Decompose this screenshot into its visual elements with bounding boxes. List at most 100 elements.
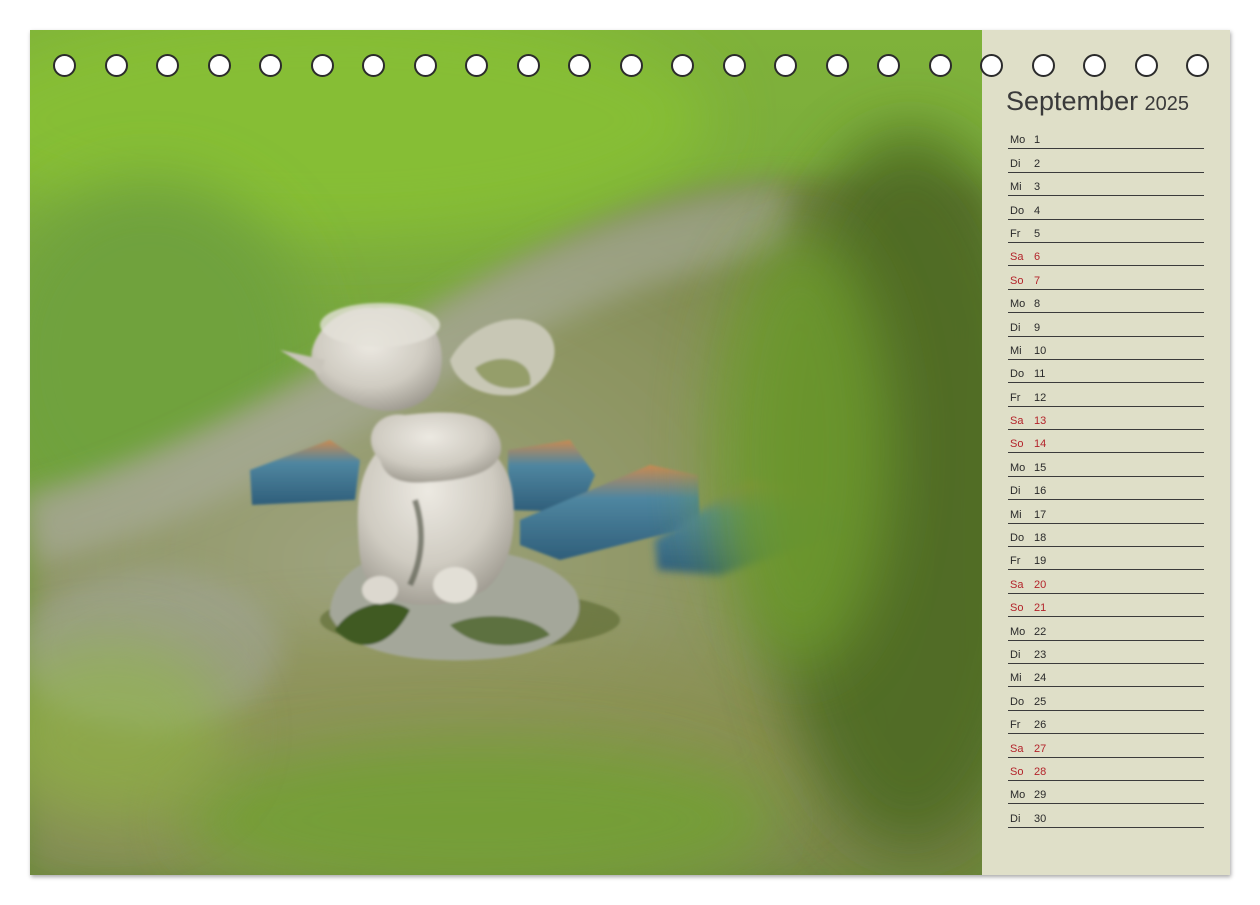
binding-ring <box>259 54 282 77</box>
binding-ring <box>1186 54 1209 77</box>
calendar-page: September 2025 Mo 1 Di 2 Mi 3 Do 4 Fr 5 Sa 6 So 7 Mo 8 D… <box>30 30 1230 875</box>
date-sidebar: September 2025 Mo 1 Di 2 Mi 3 Do 4 Fr 5 Sa 6 So 7 Mo 8 D… <box>982 30 1230 875</box>
weekday-label: Fr <box>1010 719 1021 732</box>
weekday-label: Mi <box>1010 181 1022 194</box>
weekday-label: So <box>1010 274 1024 287</box>
day-row: Di 23 <box>1008 641 1204 664</box>
day-row: Fr 26 <box>1008 711 1204 735</box>
day-number: 16 <box>1034 485 1047 498</box>
binding-ring <box>825 54 849 77</box>
day-number: 19 <box>1034 555 1047 568</box>
spiral-binding <box>30 54 1230 80</box>
weekday-label: Di <box>1010 812 1021 825</box>
weekday-label: Do <box>1010 532 1025 545</box>
weekday-label: Mo <box>1010 298 1026 311</box>
day-row: Di 16 <box>1008 477 1204 501</box>
weekday-label: So <box>1010 765 1024 778</box>
binding-ring <box>774 54 797 77</box>
day-number: 1 <box>1034 134 1041 147</box>
day-row: Di 9 <box>1008 313 1204 337</box>
day-number: 4 <box>1034 204 1041 217</box>
weekday-label: Sa <box>1010 578 1024 591</box>
weekday-label: Di <box>1010 648 1021 661</box>
weekday-label: Mi <box>1010 344 1022 357</box>
day-row: Do 18 <box>1008 524 1204 548</box>
weekday-label: Di <box>1010 485 1021 498</box>
day-row: Fr 12 <box>1008 383 1204 407</box>
binding-ring <box>619 54 643 77</box>
day-number: 14 <box>1034 438 1047 451</box>
day-row: Do 11 <box>1008 360 1204 384</box>
weekday-label: So <box>1010 438 1024 451</box>
weekday-label: Mo <box>1010 625 1026 638</box>
day-number: 8 <box>1034 298 1041 311</box>
day-number: 10 <box>1034 344 1047 357</box>
binding-ring <box>928 54 952 77</box>
day-number: 18 <box>1034 532 1047 545</box>
month-name: September <box>1006 86 1139 116</box>
day-number: 15 <box>1034 461 1047 474</box>
day-row: Sa 6 <box>1008 243 1204 267</box>
weekday-label: Mo <box>1010 461 1026 474</box>
day-row: Sa 20 <box>1008 570 1204 594</box>
day-number: 11 <box>1034 368 1046 381</box>
day-number: 25 <box>1034 695 1047 708</box>
binding-ring <box>516 54 540 77</box>
day-number: 27 <box>1034 742 1047 755</box>
day-number: 7 <box>1034 274 1041 287</box>
weekday-label: Mi <box>1010 672 1022 685</box>
weekday-label: Sa <box>1010 251 1024 264</box>
binding-ring <box>104 54 128 77</box>
day-number: 3 <box>1034 181 1041 194</box>
day-row: Sa 13 <box>1008 407 1204 431</box>
weekday-label: Fr <box>1010 227 1021 240</box>
day-row: Mi 24 <box>1008 664 1204 688</box>
day-number: 23 <box>1034 648 1047 661</box>
day-row: Fr 5 <box>1008 220 1204 243</box>
day-row: Mo 8 <box>1008 290 1204 314</box>
day-row: So 28 <box>1008 758 1204 781</box>
day-list: Mo 1 Di 2 Mi 3 Do 4 Fr 5 Sa 6 So 7 Mo 8 Di 9 Mi 10 Do 11 Fr 12 S… <box>1008 126 1204 828</box>
day-row: So 21 <box>1008 594 1204 618</box>
binding-ring <box>980 54 1003 77</box>
weekday-label: Do <box>1010 204 1025 217</box>
day-number: 29 <box>1034 789 1047 802</box>
binding-ring <box>568 54 591 77</box>
day-row: So 14 <box>1008 430 1204 454</box>
day-row: Mi 17 <box>1008 500 1204 524</box>
day-number: 26 <box>1034 719 1047 732</box>
weekday-label: Mo <box>1010 789 1026 802</box>
binding-ring <box>1031 54 1055 77</box>
day-row: Mo 15 <box>1008 453 1204 477</box>
day-row: Di 30 <box>1008 804 1204 828</box>
day-row: Mo 1 <box>1008 126 1204 150</box>
day-row: Mo 29 <box>1008 781 1204 805</box>
day-number: 21 <box>1034 602 1047 615</box>
weekday-label: Mo <box>1010 134 1026 147</box>
day-number: 20 <box>1034 578 1047 591</box>
binding-ring <box>1083 54 1106 77</box>
binding-ring <box>53 54 76 77</box>
weekday-label: Di <box>1010 321 1021 334</box>
binding-ring <box>671 54 694 77</box>
day-row: Mi 3 <box>1008 173 1204 197</box>
binding-ring <box>156 54 179 77</box>
month-year: 2025 <box>1144 93 1190 115</box>
day-number: 2 <box>1034 157 1041 170</box>
month-title: September 2025 <box>1006 86 1189 117</box>
weekday-label: Fr <box>1010 391 1021 404</box>
weekday-label: Sa <box>1010 415 1024 428</box>
cherub-photo-image <box>30 30 982 875</box>
weekday-label: Do <box>1010 695 1025 708</box>
day-row: Fr 19 <box>1008 547 1204 571</box>
binding-ring <box>207 54 231 77</box>
binding-ring <box>877 54 900 77</box>
day-row: Mi 10 <box>1008 337 1204 360</box>
binding-ring <box>722 54 746 77</box>
binding-ring <box>362 54 385 77</box>
binding-ring <box>1134 54 1158 77</box>
day-row: Do 4 <box>1008 196 1204 220</box>
day-row: Di 2 <box>1008 149 1204 173</box>
weekday-label: Di <box>1010 157 1021 170</box>
day-row: Mo 22 <box>1008 617 1204 641</box>
